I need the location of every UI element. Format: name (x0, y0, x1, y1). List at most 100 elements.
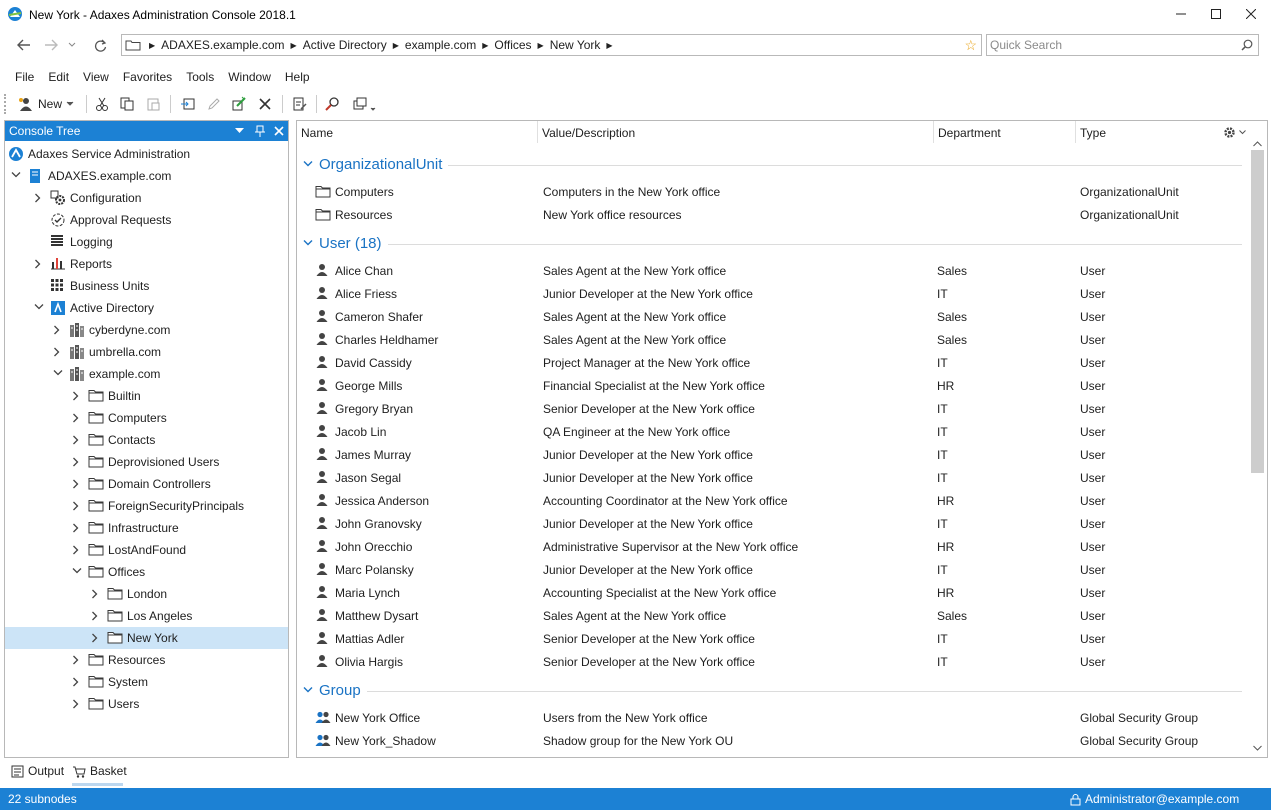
chevron-right-icon[interactable] (53, 347, 61, 357)
pin-icon[interactable] (255, 125, 265, 137)
list-row[interactable]: David Cassidy Project Manager at the New … (297, 351, 1247, 374)
list-row[interactable]: New York_Shadow Shadow group for the New … (297, 729, 1247, 752)
menu-help[interactable]: Help (278, 70, 317, 84)
list-row[interactable]: Jason Segal Junior Developer at the New Y… (297, 466, 1247, 489)
tree-node[interactable]: System (5, 671, 288, 693)
breadcrumb-active-directory[interactable]: Active Directory (299, 38, 391, 52)
back-button[interactable] (13, 36, 35, 54)
close-window-button[interactable] (1234, 0, 1268, 28)
menu-edit[interactable]: Edit (41, 70, 76, 84)
menu-file[interactable]: File (8, 70, 41, 84)
tree-node[interactable]: Approval Requests (5, 209, 288, 231)
list-row[interactable]: Olivia Hargis Senior Developer at the New… (297, 650, 1247, 673)
chevron-right-icon[interactable] (72, 501, 80, 511)
new-button[interactable]: New (18, 95, 74, 113)
breadcrumb-new-york[interactable]: New York (546, 38, 605, 52)
toolbar-grip[interactable] (4, 94, 6, 114)
list-row[interactable]: Charles Heldhamer Sales Agent at the New … (297, 328, 1247, 351)
column-divider[interactable] (1075, 121, 1076, 143)
chevron-down-icon[interactable] (11, 171, 21, 179)
menu-favorites[interactable]: Favorites (116, 70, 179, 84)
column-header-department[interactable]: Department (938, 126, 1001, 140)
list-row[interactable]: John Granovsky Junior Developer at the Ne… (297, 512, 1247, 535)
tree-node[interactable]: Adaxes Service Administration (5, 143, 288, 165)
list-row[interactable]: Marc Polansky Junior Developer at the New… (297, 558, 1247, 581)
breadcrumb-offices[interactable]: Offices (490, 38, 535, 52)
chevron-right-icon[interactable] (72, 545, 80, 555)
chevron-down-icon[interactable] (72, 567, 82, 575)
list-row[interactable]: James Murray Junior Developer at the New … (297, 443, 1247, 466)
tree-node[interactable]: example.com (5, 363, 288, 385)
move-button[interactable] (177, 95, 199, 113)
tree-node[interactable]: LostAndFound (5, 539, 288, 561)
list-row[interactable]: Gregory Bryan Senior Developer at the New… (297, 397, 1247, 420)
group-header[interactable]: User (18) (297, 233, 1247, 255)
chevron-right-icon[interactable] (91, 633, 99, 643)
chevron-right-icon[interactable] (72, 435, 80, 445)
chevron-right-icon[interactable] (72, 457, 80, 467)
tree-node[interactable]: Resources (5, 649, 288, 671)
chevron-down-icon[interactable] (303, 160, 313, 168)
list-row[interactable]: Jessica Anderson Accounting Coordinator a… (297, 489, 1247, 512)
history-dropdown-button[interactable] (64, 36, 80, 54)
list-row[interactable]: Alice Chan Sales Agent at the New York of… (297, 259, 1247, 282)
list-row[interactable]: George Mills Financial Specialist at the … (297, 374, 1247, 397)
list-row[interactable]: Cameron Shafer Sales Agent at the New Yor… (297, 305, 1247, 328)
tree-node[interactable]: Reports (5, 253, 288, 275)
chevron-down-icon[interactable] (303, 686, 313, 694)
chevron-down-icon[interactable] (34, 303, 44, 311)
list-row[interactable]: Maria Lynch Accounting Specialist at the … (297, 581, 1247, 604)
tree-node[interactable]: Contacts (5, 429, 288, 451)
scrollbar-thumb[interactable] (1251, 150, 1264, 473)
column-divider[interactable] (933, 121, 934, 143)
refresh-button[interactable] (89, 36, 111, 54)
column-header-name[interactable]: Name (301, 126, 333, 140)
tree-node[interactable]: cyberdyne.com (5, 319, 288, 341)
group-header[interactable]: OrganizationalUnit (297, 154, 1247, 176)
panel-dropdown-icon[interactable] (235, 128, 244, 134)
tree-node[interactable]: Deprovisioned Users (5, 451, 288, 473)
copy-button[interactable] (116, 95, 138, 113)
menu-tools[interactable]: Tools (179, 70, 221, 84)
tree-node[interactable]: ADAXES.example.com (5, 165, 288, 187)
tree-node[interactable]: Logging (5, 231, 288, 253)
chevron-right-icon[interactable] (34, 193, 42, 203)
search-icon[interactable] (1241, 39, 1253, 51)
breadcrumb-adaxes[interactable]: ADAXES.example.com (157, 38, 288, 52)
edit-button[interactable] (203, 95, 225, 113)
list-row[interactable]: Computers Computers in the New York offic… (297, 180, 1247, 203)
favorite-star-icon[interactable]: ☆ (964, 37, 981, 54)
maximize-button[interactable] (1199, 0, 1233, 28)
chevron-right-icon[interactable] (72, 699, 80, 709)
chevron-right-icon[interactable] (72, 479, 80, 489)
tree-node[interactable]: Business Units (5, 275, 288, 297)
column-header-description[interactable]: Value/Description (542, 126, 635, 140)
list-row[interactable]: John Orecchio Administrative Supervisor a… (297, 535, 1247, 558)
chevron-right-icon[interactable] (91, 589, 99, 599)
column-header-type[interactable]: Type (1080, 126, 1106, 140)
list-row[interactable]: Matthew Dysart Sales Agent at the New Yor… (297, 604, 1247, 627)
menu-view[interactable]: View (76, 70, 116, 84)
tree-node[interactable]: Active Directory (5, 297, 288, 319)
view-options-button[interactable] (350, 95, 382, 113)
find-button[interactable] (322, 95, 344, 113)
chevron-right-icon[interactable] (91, 611, 99, 621)
chevron-down-icon[interactable] (303, 239, 313, 247)
group-header[interactable]: Group (297, 680, 1247, 702)
chevron-right-icon[interactable] (72, 655, 80, 665)
chevron-right-icon[interactable] (72, 523, 80, 533)
tree-node[interactable]: Builtin (5, 385, 288, 407)
list-row[interactable]: Alice Friess Junior Developer at the New … (297, 282, 1247, 305)
edit-properties-button[interactable] (228, 95, 250, 113)
column-settings-button[interactable] (1223, 126, 1246, 139)
chevron-right-icon[interactable] (53, 325, 61, 335)
list-row[interactable]: Resources New York office resources Organi… (297, 203, 1247, 226)
chevron-right-icon[interactable] (72, 413, 80, 423)
address-bar[interactable]: ▶ ADAXES.example.com ▶ Active Directory … (121, 34, 982, 56)
tree-node[interactable]: New York (5, 627, 288, 649)
list-row[interactable]: Jacob Lin QA Engineer at the New York off… (297, 420, 1247, 443)
column-divider[interactable] (537, 121, 538, 143)
tree-node[interactable]: Offices (5, 561, 288, 583)
chevron-down-icon[interactable] (53, 369, 63, 377)
breadcrumb-example-com[interactable]: example.com (401, 38, 480, 52)
